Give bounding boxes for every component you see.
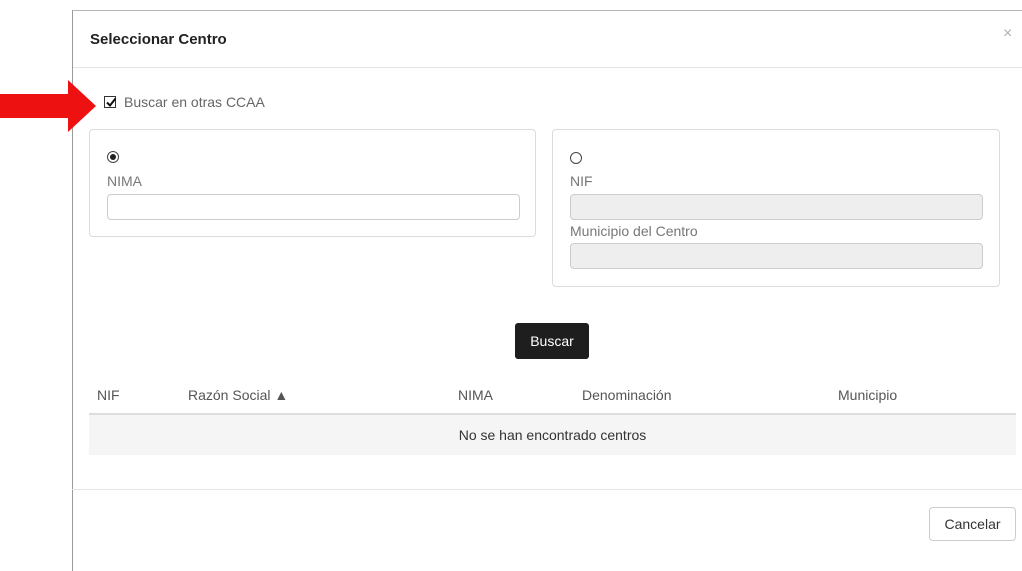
red-arrow-icon	[0, 80, 96, 132]
column-header-municipio[interactable]: Municipio	[838, 387, 897, 403]
municipio-input[interactable]	[570, 243, 983, 269]
nima-label: NIMA	[107, 173, 142, 189]
search-other-ccaa-checkbox[interactable]	[104, 96, 117, 108]
nima-input[interactable]	[107, 194, 520, 220]
nif-label: NIF	[570, 173, 593, 189]
footer-divider	[72, 489, 1022, 490]
nif-input[interactable]	[570, 194, 983, 220]
nif-search-panel: NIF Municipio del Centro	[552, 129, 1000, 287]
modal-header: Seleccionar Centro ×	[73, 11, 1022, 68]
nif-radio[interactable]	[570, 152, 582, 164]
modal-title: Seleccionar Centro	[90, 31, 227, 48]
column-header-nif[interactable]: NIF	[97, 387, 120, 403]
empty-message: No se han encontrado centros	[458, 427, 647, 443]
nima-search-panel: NIMA	[89, 129, 536, 237]
table-empty-row: No se han encontrado centros	[89, 415, 1016, 455]
column-header-nima[interactable]: NIMA	[458, 387, 493, 403]
search-button[interactable]: Buscar	[515, 323, 589, 359]
nima-radio[interactable]	[107, 151, 119, 163]
column-header-denominacion[interactable]: Denominación	[582, 387, 672, 403]
search-other-ccaa-row[interactable]: Buscar en otras CCAA	[104, 92, 265, 112]
column-header-razon-social[interactable]: Razón Social ▲	[188, 387, 288, 403]
search-other-ccaa-label: Buscar en otras CCAA	[124, 94, 265, 110]
cancel-button[interactable]: Cancelar	[929, 507, 1016, 541]
checkmark-icon	[106, 97, 117, 108]
close-icon[interactable]: ×	[1003, 26, 1012, 42]
municipio-label: Municipio del Centro	[570, 223, 698, 239]
